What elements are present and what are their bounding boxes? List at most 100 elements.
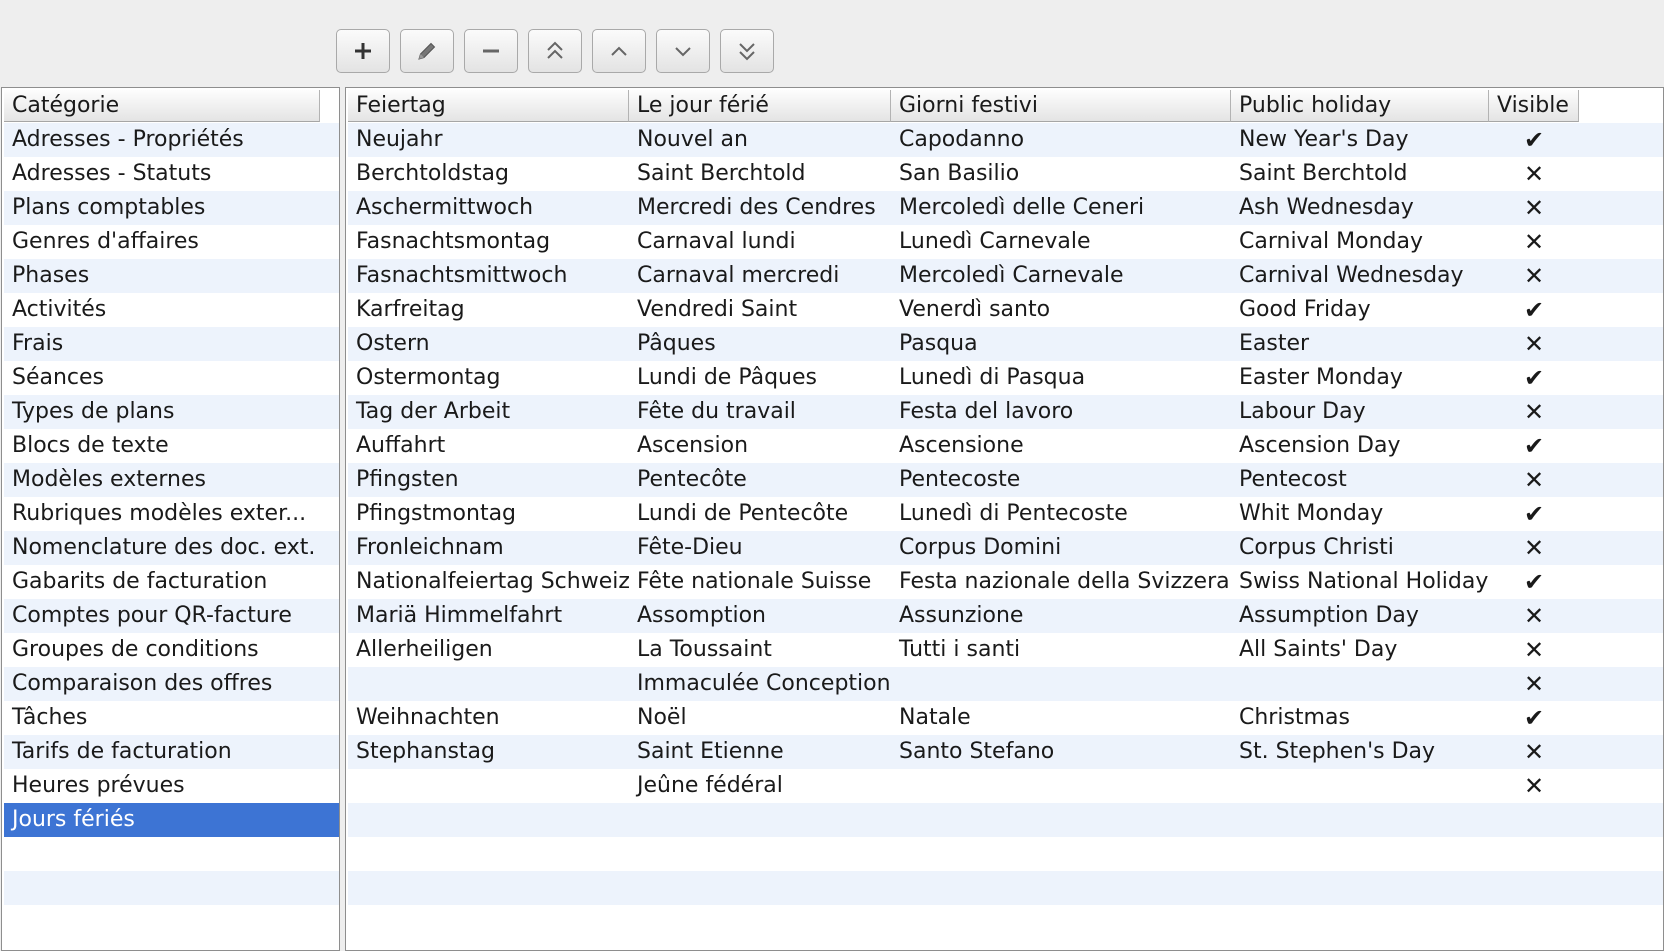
- cell-giorni-festivi: Santo Stefano: [899, 739, 1055, 764]
- category-item[interactable]: Frais: [4, 327, 339, 361]
- cross-icon[interactable]: ✕: [1489, 599, 1579, 633]
- checkmark-icon[interactable]: ✔: [1489, 361, 1579, 395]
- table-row[interactable]: Ostern Pâques Pasqua Easter ✕: [348, 327, 1663, 361]
- cell-public-holiday: Pentecost: [1239, 467, 1347, 492]
- category-item[interactable]: Gabarits de facturation: [4, 565, 339, 599]
- plus-icon: [353, 41, 373, 61]
- table-row[interactable]: Jeûne fédéral ✕: [348, 769, 1663, 803]
- cross-icon[interactable]: ✕: [1489, 531, 1579, 565]
- table-row[interactable]: Allerheiligen La Toussaint Tutti i santi Al…: [348, 633, 1663, 667]
- category-item[interactable]: Comptes pour QR-facture: [4, 599, 339, 633]
- remove-button[interactable]: [464, 29, 518, 73]
- move-bottom-button[interactable]: [720, 29, 774, 73]
- column-header-giorni-festivi[interactable]: Giorni festivi: [891, 90, 1231, 122]
- category-item[interactable]: Groupes de conditions: [4, 633, 339, 667]
- pencil-icon: [415, 39, 439, 63]
- category-label: Activités: [12, 297, 107, 322]
- column-header-feiertag[interactable]: Feiertag: [348, 90, 629, 122]
- cell-jour-ferie: Mercredi des Cendres: [637, 195, 876, 220]
- category-item[interactable]: Modèles externes: [4, 463, 339, 497]
- category-label: Adresses - Statuts: [12, 161, 212, 186]
- table-row[interactable]: Ostermontag Lundi de Pâques Lunedì di Pasq…: [348, 361, 1663, 395]
- table-row[interactable]: Weihnachten Noël Natale Christmas ✔: [348, 701, 1663, 735]
- category-item[interactable]: Tarifs de facturation: [4, 735, 339, 769]
- cell-feiertag: Ostern: [356, 331, 430, 356]
- checkmark-icon[interactable]: ✔: [1489, 429, 1579, 463]
- edit-button[interactable]: [400, 29, 454, 73]
- column-header-public-holiday[interactable]: Public holiday: [1231, 90, 1489, 122]
- cell-public-holiday: Good Friday: [1239, 297, 1371, 322]
- cross-icon[interactable]: ✕: [1489, 259, 1579, 293]
- checkmark-icon[interactable]: ✔: [1489, 293, 1579, 327]
- cell-jour-ferie: Lundi de Pentecôte: [637, 501, 849, 526]
- toolbar: [0, 0, 1664, 86]
- category-item[interactable]: Blocs de texte: [4, 429, 339, 463]
- table-row[interactable]: Stephanstag Saint Etienne Santo Stefano St.…: [348, 735, 1663, 769]
- table-row[interactable]: Pfingsten Pentecôte Pentecoste Pentecost ✕: [348, 463, 1663, 497]
- table-row[interactable]: Mariä Himmelfahrt Assomption Assunzione Ass…: [348, 599, 1663, 633]
- category-item[interactable]: Genres d'affaires: [4, 225, 339, 259]
- column-header-categorie[interactable]: Catégorie: [4, 90, 320, 122]
- move-top-button[interactable]: [528, 29, 582, 73]
- table-row[interactable]: Pfingstmontag Lundi de Pentecôte Lunedì di…: [348, 497, 1663, 531]
- empty-row: [348, 871, 1663, 905]
- category-item[interactable]: Jours fériés: [4, 803, 339, 837]
- category-label: Adresses - Propriétés: [12, 127, 244, 152]
- checkmark-icon[interactable]: ✔: [1489, 701, 1579, 735]
- category-item[interactable]: Comparaison des offres: [4, 667, 339, 701]
- table-row[interactable]: Fasnachtsmontag Carnaval lundi Lunedì Carn…: [348, 225, 1663, 259]
- category-label: Tarifs de facturation: [12, 739, 232, 764]
- checkmark-icon[interactable]: ✔: [1489, 565, 1579, 599]
- cross-icon[interactable]: ✕: [1489, 225, 1579, 259]
- cross-icon[interactable]: ✕: [1489, 395, 1579, 429]
- category-item[interactable]: Types de plans: [4, 395, 339, 429]
- cell-jour-ferie: Fête-Dieu: [637, 535, 743, 560]
- category-item[interactable]: Rubriques modèles exter...: [4, 497, 339, 531]
- checkmark-icon[interactable]: ✔: [1489, 497, 1579, 531]
- table-row[interactable]: Fasnachtsmittwoch Carnaval mercredi Mercol…: [348, 259, 1663, 293]
- cross-icon[interactable]: ✕: [1489, 327, 1579, 361]
- cross-icon[interactable]: ✕: [1489, 157, 1579, 191]
- cell-public-holiday: Swiss National Holiday: [1239, 569, 1489, 594]
- cell-jour-ferie: Carnaval mercredi: [637, 263, 840, 288]
- table-row[interactable]: Auffahrt Ascension Ascensione Ascension Day…: [348, 429, 1663, 463]
- empty-row: [348, 905, 1663, 939]
- category-item[interactable]: Adresses - Propriétés: [4, 123, 339, 157]
- category-label: Rubriques modèles exter...: [12, 501, 307, 526]
- cross-icon[interactable]: ✕: [1489, 463, 1579, 497]
- cell-jour-ferie: Saint Etienne: [637, 739, 784, 764]
- column-header-visible[interactable]: Visible: [1489, 90, 1579, 122]
- category-item[interactable]: Phases: [4, 259, 339, 293]
- table-row[interactable]: Immaculée Conception ✕: [348, 667, 1663, 701]
- cross-icon[interactable]: ✕: [1489, 667, 1579, 701]
- cell-public-holiday: Ash Wednesday: [1239, 195, 1414, 220]
- category-item[interactable]: Nomenclature des doc. ext.: [4, 531, 339, 565]
- cell-giorni-festivi: Venerdì santo: [899, 297, 1051, 322]
- table-row[interactable]: Aschermittwoch Mercredi des Cendres Mercol…: [348, 191, 1663, 225]
- table-row[interactable]: Tag der Arbeit Fête du travail Festa del l…: [348, 395, 1663, 429]
- cross-icon[interactable]: ✕: [1489, 191, 1579, 225]
- category-item[interactable]: Plans comptables: [4, 191, 339, 225]
- cell-feiertag: Aschermittwoch: [356, 195, 534, 220]
- add-button[interactable]: [336, 29, 390, 73]
- column-header-jour-ferie[interactable]: Le jour férié: [629, 90, 891, 122]
- category-item[interactable]: Séances: [4, 361, 339, 395]
- cross-icon[interactable]: ✕: [1489, 735, 1579, 769]
- cross-icon[interactable]: ✕: [1489, 633, 1579, 667]
- table-row[interactable]: Karfreitag Vendredi Saint Venerdì santo Goo…: [348, 293, 1663, 327]
- category-item[interactable]: Heures prévues: [4, 769, 339, 803]
- move-down-button[interactable]: [656, 29, 710, 73]
- cell-giorni-festivi: Festa nazionale della Svizzera: [899, 569, 1230, 594]
- category-item[interactable]: Activités: [4, 293, 339, 327]
- table-row[interactable]: Fronleichnam Fête-Dieu Corpus Domini Corpus…: [348, 531, 1663, 565]
- category-item[interactable]: Adresses - Statuts: [4, 157, 339, 191]
- table-row[interactable]: Berchtoldstag Saint Berchtold San Basilio S…: [348, 157, 1663, 191]
- move-up-button[interactable]: [592, 29, 646, 73]
- table-row[interactable]: Neujahr Nouvel an Capodanno New Year's Day ✔: [348, 123, 1663, 157]
- table-row[interactable]: Nationalfeiertag Schweiz Fête nationale S…: [348, 565, 1663, 599]
- category-item[interactable]: Tâches: [4, 701, 339, 735]
- cell-feiertag: [348, 769, 629, 803]
- cross-icon[interactable]: ✕: [1489, 769, 1579, 803]
- checkmark-icon[interactable]: ✔: [1489, 123, 1579, 157]
- cell-feiertag: [348, 667, 629, 701]
